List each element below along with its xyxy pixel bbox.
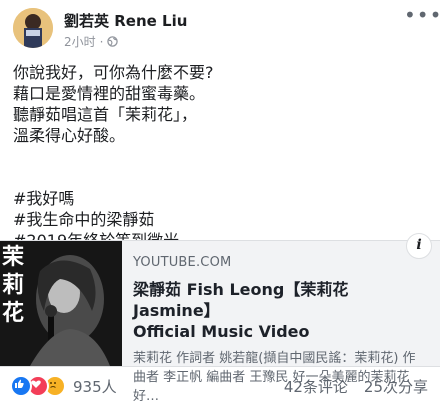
line-spacer <box>13 146 428 167</box>
post-header: 劉若英 Rene Liu 2小时 · ••• <box>0 0 440 56</box>
thumbnail-title: 茉莉花 <box>2 244 25 326</box>
reactions-summary[interactable]: 935人 <box>10 375 117 397</box>
like-reaction-icon <box>10 375 32 397</box>
link-title-line: 梁靜茹 Fish Leong【茉莉花 Jasmine】 <box>133 280 349 320</box>
post-line: 溫柔得心好酸。 <box>13 126 126 145</box>
post-body: 你說我好，可你為什麼不要? 藉口是愛情裡的甜蜜毒藥。 聽靜茹唱這首「茉莉花」， … <box>13 62 428 251</box>
post-line: 藉口是愛情裡的甜蜜毒藥。 <box>13 84 206 103</box>
link-preview-card[interactable]: 茉莉花 YOUTUBE.COM 梁靜茹 Fish Leong【茉莉花 Jasmi… <box>0 233 440 404</box>
link-title-line: Official Music Video <box>133 322 310 341</box>
shares-count[interactable]: 25次分享 <box>364 376 428 397</box>
link-domain: YOUTUBE.COM <box>133 255 232 270</box>
post-line: 聽靜茹唱這首「茉莉花」， <box>13 105 198 124</box>
post-time[interactable]: 2小时 <box>64 33 96 50</box>
reaction-count[interactable]: 935人 <box>73 376 117 397</box>
meta-separator: · <box>99 34 104 49</box>
more-options-icon[interactable]: ••• <box>404 5 440 26</box>
avatar[interactable] <box>13 8 53 48</box>
globe-icon <box>107 36 119 47</box>
link-title[interactable]: 梁靜茹 Fish Leong【茉莉花 Jasmine】 Official Mus… <box>133 279 428 342</box>
hashtag-link[interactable]: #我好嗎 <box>13 188 428 209</box>
post-meta: 2小时 · <box>64 33 119 50</box>
hashtag-link[interactable]: #我生命中的梁靜茹 <box>13 209 428 230</box>
video-thumbnail[interactable]: 茉莉花 <box>0 241 122 366</box>
line-spacer <box>13 167 428 188</box>
post-line: 你說我好，可你為什麼不要? <box>13 63 214 82</box>
author-name[interactable]: 劉若英 Rene Liu <box>64 10 187 31</box>
info-icon[interactable]: i <box>406 233 432 259</box>
engagement-stats: 42条评论 25次分享 <box>284 376 428 397</box>
comments-count[interactable]: 42条评论 <box>284 376 348 397</box>
